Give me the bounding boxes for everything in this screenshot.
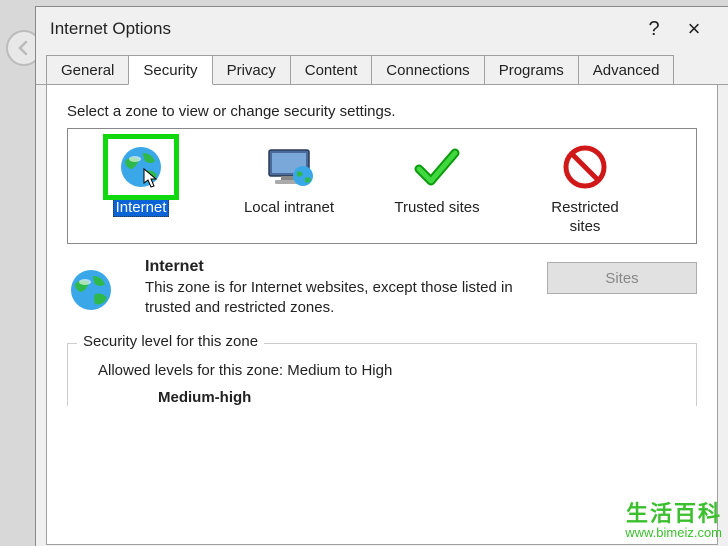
security-level-frame: Allowed levels for this zone: Medium to … <box>67 343 697 406</box>
tab-general[interactable]: General <box>46 55 129 84</box>
security-panel: Select a zone to view or change security… <box>46 85 718 545</box>
zone-detail-text: Internet This zone is for Internet websi… <box>145 258 521 319</box>
tab-strip: General Security Privacy Content Connect… <box>36 51 728 85</box>
zone-detail-description: This zone is for Internet websites, exce… <box>145 278 521 319</box>
zone-detail-title: Internet <box>145 258 521 276</box>
watermark: 生活百科 www.bimeiz.com <box>625 502 722 540</box>
globe-icon <box>108 139 174 195</box>
tab-privacy[interactable]: Privacy <box>212 55 291 84</box>
zone-instruction: Select a zone to view or change security… <box>67 103 697 120</box>
zone-label: Internet <box>113 199 170 237</box>
zone-label: Trusted sites <box>394 199 479 237</box>
tab-security[interactable]: Security <box>128 55 212 85</box>
tab-connections[interactable]: Connections <box>371 55 484 84</box>
zone-detail: Internet This zone is for Internet websi… <box>67 258 697 319</box>
tab-advanced[interactable]: Advanced <box>578 55 675 84</box>
zone-trusted-sites[interactable]: Trusted sites <box>372 139 502 237</box>
watermark-text: 生活百科 <box>625 502 722 526</box>
zone-selector: Internet Local intranet <box>67 128 697 244</box>
zone-internet[interactable]: Internet <box>76 139 206 237</box>
dialog-title: Internet Options <box>50 19 634 39</box>
zone-restricted-sites[interactable]: Restricted sites <box>520 139 650 237</box>
security-level-group: Security level for this zone Allowed lev… <box>67 343 697 406</box>
titlebar: Internet Options ? × <box>36 7 728 51</box>
globe-icon <box>67 258 131 319</box>
zone-label: Restricted sites <box>551 199 619 237</box>
watermark-url: www.bimeiz.com <box>625 526 722 540</box>
sites-button[interactable]: Sites <box>547 262 697 294</box>
no-entry-icon <box>552 139 618 195</box>
checkmark-icon <box>404 139 470 195</box>
zone-label: Local intranet <box>244 199 334 237</box>
help-button[interactable]: ? <box>634 18 674 41</box>
allowed-levels-text: Allowed levels for this zone: Medium to … <box>98 362 680 379</box>
zone-local-intranet[interactable]: Local intranet <box>224 139 354 237</box>
internet-options-dialog: Internet Options ? × General Security Pr… <box>35 6 728 546</box>
tab-content[interactable]: Content <box>290 55 373 84</box>
current-level-text: Medium-high <box>158 389 680 406</box>
security-level-frame-label: Security level for this zone <box>77 333 264 350</box>
close-button[interactable]: × <box>674 16 714 42</box>
monitor-globe-icon <box>256 139 322 195</box>
tab-programs[interactable]: Programs <box>484 55 579 84</box>
